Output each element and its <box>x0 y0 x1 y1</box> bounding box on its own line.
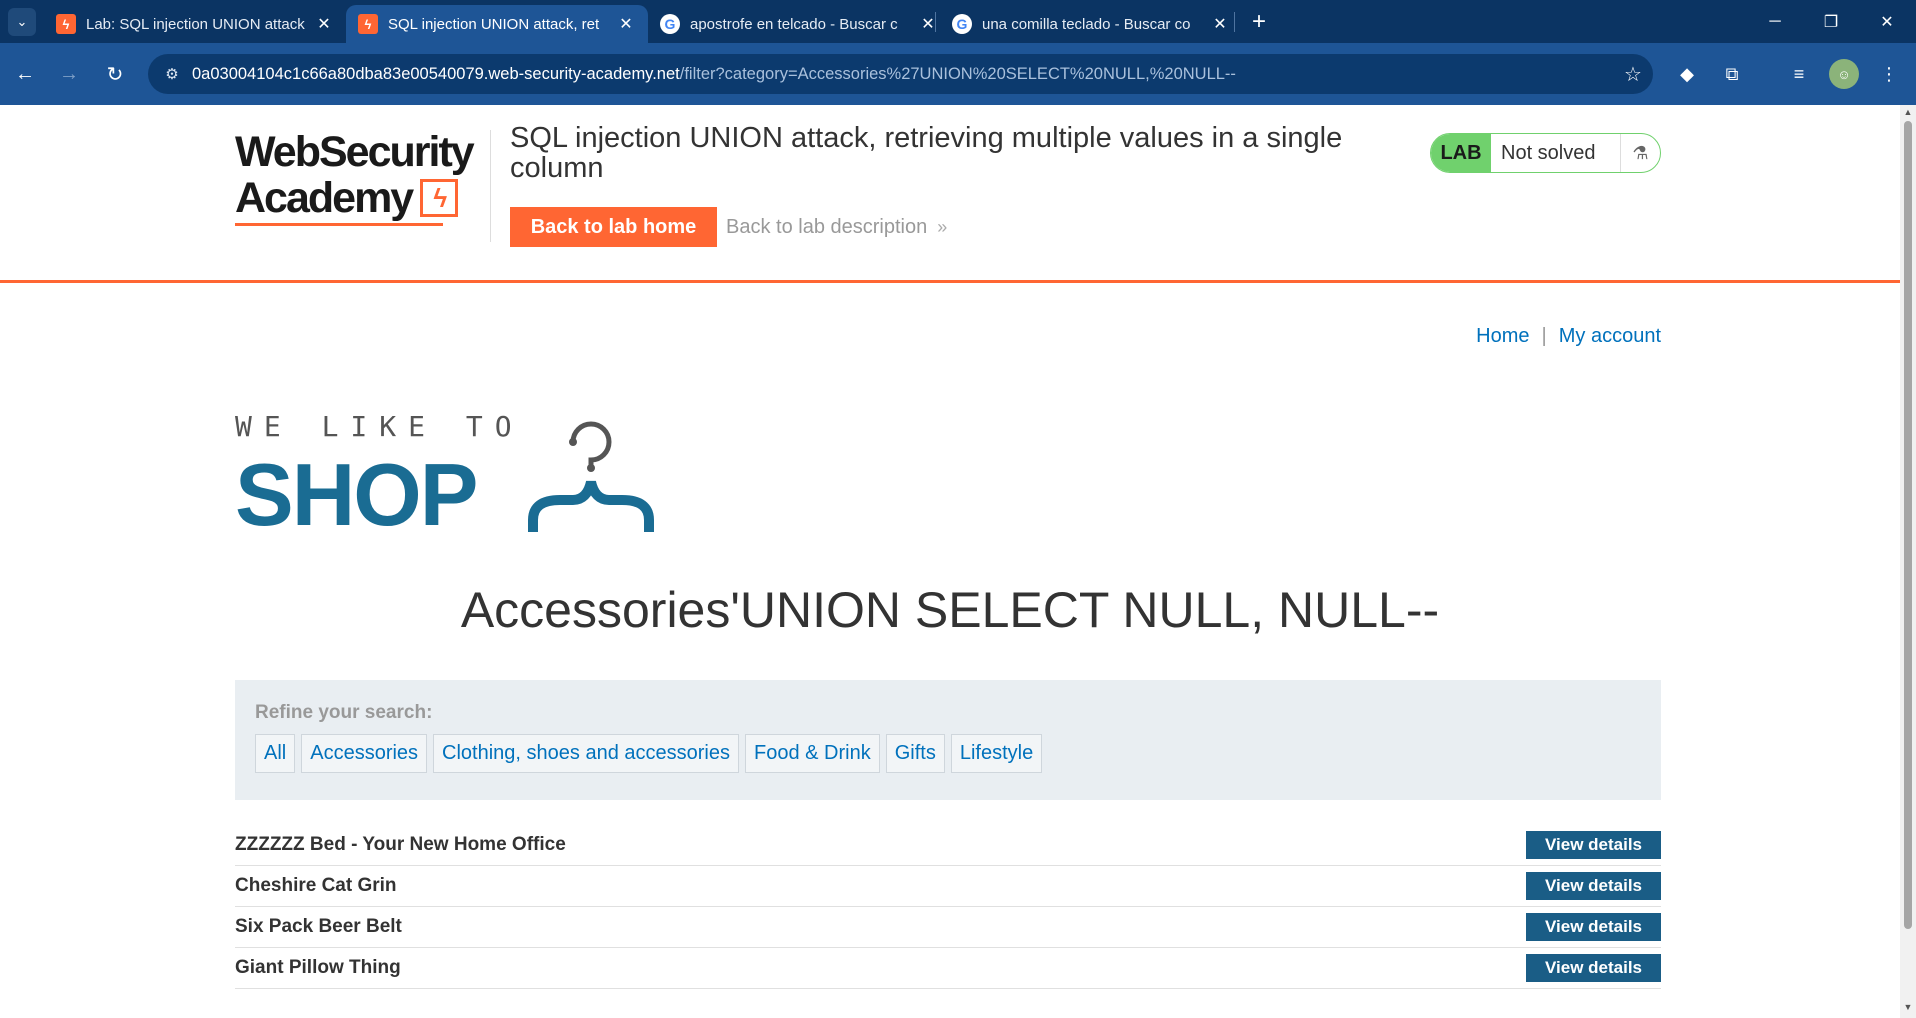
tab-google-search-2[interactable]: G una comilla teclado - Buscar co ✕ <box>940 5 1242 43</box>
tab-google-search-1[interactable]: G apostrofe en telcado - Buscar c ✕ <box>648 5 950 43</box>
product-name: ZZZZZZ Bed - Your New Home Office <box>235 834 566 855</box>
tab-lab-description[interactable]: ϟ Lab: SQL injection UNION attack ✕ <box>44 5 346 43</box>
chevron-down-icon: ⌄ <box>16 14 28 29</box>
back-to-lab-description-link[interactable]: Back to lab description » <box>726 207 947 247</box>
filter-accessories[interactable]: Accessories <box>301 734 428 773</box>
shop-logo-word: SHOP <box>235 445 478 544</box>
tab-title: SQL injection UNION attack, ret <box>388 15 600 33</box>
google-icon: G <box>660 14 680 34</box>
lab-status-widget: LAB Not solved ⚗ <box>1430 133 1661 173</box>
minimize-icon: ─ <box>1769 12 1781 30</box>
view-details-button[interactable]: View details <box>1526 913 1661 941</box>
table-row: Cheshire Cat Grin View details <box>235 866 1661 907</box>
clothes-hanger-icon <box>528 421 654 532</box>
my-account-link[interactable]: My account <box>1559 325 1661 347</box>
tab-title: Lab: SQL injection UNION attack <box>86 15 305 33</box>
browser-toolbar: ← → ↻ ⚙ 0a03004104c1c66a80dba83e00540079… <box>0 43 1916 105</box>
tab-title: apostrofe en telcado - Buscar c <box>690 15 898 33</box>
scroll-down-arrow-icon[interactable]: ▼ <box>1900 1002 1916 1016</box>
logo-underline <box>235 223 443 226</box>
category-filters: All Accessories Clothing, shoes and acce… <box>255 734 1641 773</box>
back-to-lab-home-button[interactable]: Back to lab home <box>510 207 717 247</box>
minimize-button[interactable]: ─ <box>1747 0 1803 43</box>
academy-lab-header: WebSecurity Academy ϟ SQL injection UNIO… <box>0 105 1900 283</box>
portswigger-icon: ϟ <box>56 14 76 34</box>
reload-icon: ↻ <box>106 63 124 86</box>
refine-search-panel: Refine your search: All Accessories Clot… <box>235 680 1661 800</box>
view-details-button[interactable]: View details <box>1526 831 1661 859</box>
reload-button[interactable]: ↻ <box>100 59 130 89</box>
account-nav: Home | My account <box>1476 325 1661 348</box>
table-row: ZZZZZZ Bed - Your New Home Office View d… <box>235 825 1661 866</box>
logo-line-2: Academy <box>235 174 414 222</box>
refine-search-label: Refine your search: <box>255 702 433 723</box>
bookmark-star-icon[interactable]: ☆ <box>1613 62 1653 87</box>
page-viewport: WebSecurity Academy ϟ SQL injection UNIO… <box>0 105 1900 1018</box>
address-bar[interactable]: ⚙ 0a03004104c1c66a80dba83e00540079.web-s… <box>148 54 1653 94</box>
plus-icon: + <box>1251 8 1266 35</box>
table-row: Giant Pillow Thing View details <box>235 948 1661 989</box>
url-host: 0a03004104c1c66a80dba83e00540079.web-sec… <box>192 64 680 83</box>
close-icon[interactable]: ✕ <box>616 14 636 34</box>
header-divider <box>490 130 491 242</box>
product-name: Six Pack Beer Belt <box>235 916 402 937</box>
close-icon[interactable]: ✕ <box>314 14 334 34</box>
tab-search-button[interactable]: ⌄ <box>8 8 36 36</box>
url-path: /filter?category=Accessories%27UNION%20S… <box>679 64 1236 83</box>
category-heading: Accessories'UNION SELECT NULL, NULL-- <box>460 582 1440 638</box>
url-text[interactable]: 0a03004104c1c66a80dba83e00540079.web-sec… <box>192 65 1613 84</box>
browser-tab-strip: ⌄ ϟ Lab: SQL injection UNION attack ✕ ϟ … <box>0 0 1916 43</box>
close-icon[interactable]: ✕ <box>1210 14 1230 34</box>
lab-badge: LAB <box>1431 134 1491 172</box>
menu-dots-icon[interactable]: ⋮ <box>1874 59 1904 89</box>
lab-title: SQL injection UNION attack, retrieving m… <box>510 122 1343 184</box>
product-list: ZZZZZZ Bed - Your New Home Office View d… <box>235 825 1661 989</box>
shop-logo: WE LIKE TO SHOP <box>235 410 685 544</box>
media-controls-icon[interactable]: ≡ <box>1784 59 1814 89</box>
page-scrollbar[interactable]: ▲ ▼ <box>1900 105 1916 1018</box>
arrow-left-icon: ← <box>15 62 35 85</box>
restore-icon: ❐ <box>1823 13 1839 31</box>
back-to-lab-description-label: Back to lab description <box>726 215 928 238</box>
double-chevron-right-icon: » <box>937 216 948 237</box>
table-row: Six Pack Beer Belt View details <box>235 907 1661 948</box>
google-icon: G <box>952 14 972 34</box>
logo-line-1: WebSecurity <box>235 128 475 176</box>
tab-title: una comilla teclado - Buscar co <box>982 15 1191 33</box>
flask-icon: ⚗ <box>1620 134 1660 172</box>
site-info-icon[interactable]: ⚙ <box>152 54 192 94</box>
tab-separator <box>1234 12 1235 32</box>
web-security-academy-logo[interactable]: WebSecurity Academy ϟ <box>235 129 485 229</box>
arrow-right-icon: → <box>59 62 79 85</box>
filter-clothing[interactable]: Clothing, shoes and accessories <box>433 734 739 773</box>
view-details-button[interactable]: View details <box>1526 872 1661 900</box>
extensions-puzzle-icon[interactable]: ⧉ <box>1717 59 1747 89</box>
restore-button[interactable]: ❐ <box>1803 0 1859 43</box>
filter-food-drink[interactable]: Food & Drink <box>745 734 880 773</box>
filter-gifts[interactable]: Gifts <box>885 734 945 773</box>
tab-current-lab[interactable]: ϟ SQL injection UNION attack, ret ✕ <box>346 5 648 43</box>
close-window-button[interactable]: ✕ <box>1859 0 1915 43</box>
extension-shield-icon[interactable]: ◆ <box>1672 59 1702 89</box>
new-tab-button[interactable]: + <box>1243 6 1275 38</box>
tab-separator <box>935 12 936 32</box>
portswigger-icon: ϟ <box>358 14 378 34</box>
close-icon: ✕ <box>1880 13 1894 31</box>
product-name: Giant Pillow Thing <box>235 957 401 978</box>
back-button[interactable]: ← <box>10 59 40 89</box>
home-link[interactable]: Home <box>1476 325 1529 347</box>
lab-status-text: Not solved <box>1501 141 1596 164</box>
product-name: Cheshire Cat Grin <box>235 875 397 896</box>
nav-separator: | <box>1541 325 1547 347</box>
profile-avatar[interactable]: ☺ <box>1829 59 1859 89</box>
scrollbar-thumb[interactable] <box>1904 121 1912 929</box>
view-details-button[interactable]: View details <box>1526 954 1661 982</box>
forward-button[interactable]: → <box>54 59 84 89</box>
scroll-up-arrow-icon[interactable]: ▲ <box>1900 107 1916 121</box>
lightning-bolt-icon: ϟ <box>420 179 459 217</box>
filter-all[interactable]: All <box>255 734 296 773</box>
filter-lifestyle[interactable]: Lifestyle <box>950 734 1043 773</box>
